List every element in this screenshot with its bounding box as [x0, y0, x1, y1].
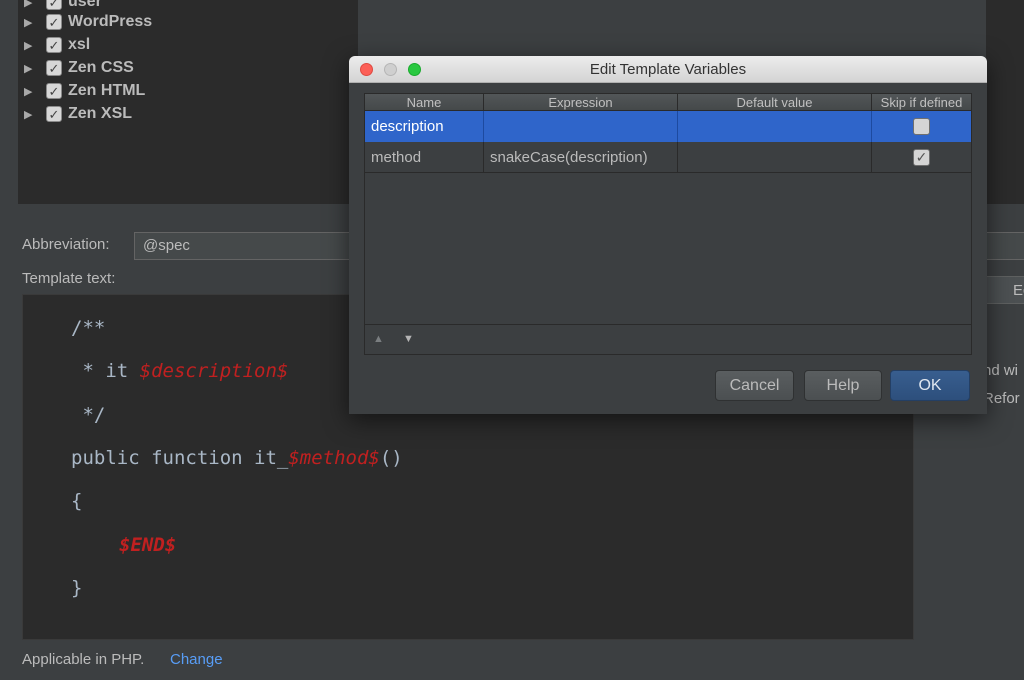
expand-arrow-icon[interactable]: ▶	[22, 85, 42, 98]
expand-arrow-icon[interactable]: ▶	[22, 0, 42, 9]
tree-item-label: xsl	[68, 36, 91, 53]
tree-item-label: Zen HTML	[68, 82, 146, 99]
ok-button[interactable]: OK	[890, 370, 970, 401]
table-toolbar: ▲ ▼	[365, 324, 971, 354]
tree-item-label: Zen CSS	[68, 59, 134, 76]
code-line: $END$	[119, 534, 176, 556]
code-line: }	[71, 577, 83, 599]
cell-skip-if-defined: ✓	[872, 142, 971, 173]
cell-default-value[interactable]	[678, 142, 872, 173]
cell-expression[interactable]	[484, 111, 678, 142]
template-group-tree: ▶ ✓ user ▶ ✓ WordPress ▶ ✓ xsl ▶ ✓ Zen C…	[18, 0, 358, 204]
cell-name[interactable]: method	[365, 142, 484, 173]
reformat-option[interactable]: Refor	[983, 390, 1021, 407]
tree-item-label: WordPress	[68, 13, 153, 30]
edit-template-variables-dialog: Edit Template Variables Name Expression …	[349, 56, 987, 414]
right-panel-strip	[986, 0, 1024, 204]
expand-arrow-icon[interactable]: ▶	[22, 108, 42, 121]
cell-name[interactable]: description	[365, 111, 484, 142]
code-line: * it $description$	[71, 360, 289, 382]
code-line: */	[71, 404, 106, 426]
tree-item-checkbox[interactable]: ✓	[46, 0, 62, 10]
edit-variables-button[interactable]: Edit	[986, 276, 1024, 304]
dialog-titlebar[interactable]: Edit Template Variables	[349, 56, 987, 83]
tree-item-xsl[interactable]: ▶ ✓ xsl	[22, 34, 90, 56]
abbreviation-label: Abbreviation:	[22, 236, 110, 253]
help-button[interactable]: Help	[804, 370, 882, 401]
tree-item-label: user	[68, 0, 102, 10]
tree-item-zen-html[interactable]: ▶ ✓ Zen HTML	[22, 80, 145, 102]
tree-item-checkbox[interactable]: ✓	[46, 37, 62, 53]
tree-item-checkbox[interactable]: ✓	[46, 14, 62, 30]
tree-item-zen-css[interactable]: ▶ ✓ Zen CSS	[22, 57, 134, 79]
cell-default-value[interactable]	[678, 111, 872, 142]
column-header-skip-if-defined[interactable]: Skip if defined	[872, 94, 971, 111]
code-line: {	[71, 490, 83, 512]
cell-skip-if-defined	[872, 111, 971, 142]
tree-item-label: Zen XSL	[68, 105, 133, 122]
applicable-context-text: Applicable in PHP.	[22, 651, 145, 668]
cancel-button[interactable]: Cancel	[715, 370, 794, 401]
expand-arrow-icon[interactable]: ▶	[22, 16, 42, 29]
table-header: Name Expression Default value Skip if de…	[365, 94, 971, 111]
tree-item-checkbox[interactable]: ✓	[46, 60, 62, 76]
column-header-expression[interactable]: Expression	[484, 94, 678, 111]
tree-item-checkbox[interactable]: ✓	[46, 83, 62, 99]
variables-table: Name Expression Default value Skip if de…	[364, 93, 972, 355]
options-text: nd wi	[983, 362, 1019, 379]
table-row[interactable]: description	[365, 111, 971, 142]
cell-expression[interactable]: snakeCase(description)	[484, 142, 678, 173]
tree-item-checkbox[interactable]: ✓	[46, 106, 62, 122]
column-header-name[interactable]: Name	[365, 94, 484, 111]
skip-if-defined-checkbox[interactable]: ✓	[913, 149, 930, 166]
code-line: /**	[71, 317, 106, 339]
template-variable: $method$	[288, 447, 380, 469]
table-row[interactable]: method snakeCase(description) ✓	[365, 142, 971, 173]
skip-if-defined-checkbox[interactable]	[913, 118, 930, 135]
dialog-title: Edit Template Variables	[589, 61, 747, 78]
change-context-link[interactable]: Change	[170, 651, 223, 668]
move-up-icon[interactable]: ▲	[373, 333, 384, 345]
template-variable: $END$	[119, 534, 177, 556]
code-line: public function it_$method$()	[71, 447, 403, 469]
abbreviation-input[interactable]: @spec	[134, 232, 364, 260]
template-text-label: Template text:	[22, 270, 116, 287]
move-down-icon[interactable]: ▼	[403, 333, 414, 345]
tree-item-zen-xsl[interactable]: ▶ ✓ Zen XSL	[22, 103, 132, 125]
description-input[interactable]	[986, 232, 1024, 260]
expand-arrow-icon[interactable]: ▶	[22, 62, 42, 75]
template-variable: $description$	[139, 360, 289, 382]
column-header-default-value[interactable]: Default value	[678, 94, 872, 111]
expand-arrow-icon[interactable]: ▶	[22, 39, 42, 52]
tree-item-wordpress[interactable]: ▶ ✓ WordPress	[22, 11, 152, 33]
